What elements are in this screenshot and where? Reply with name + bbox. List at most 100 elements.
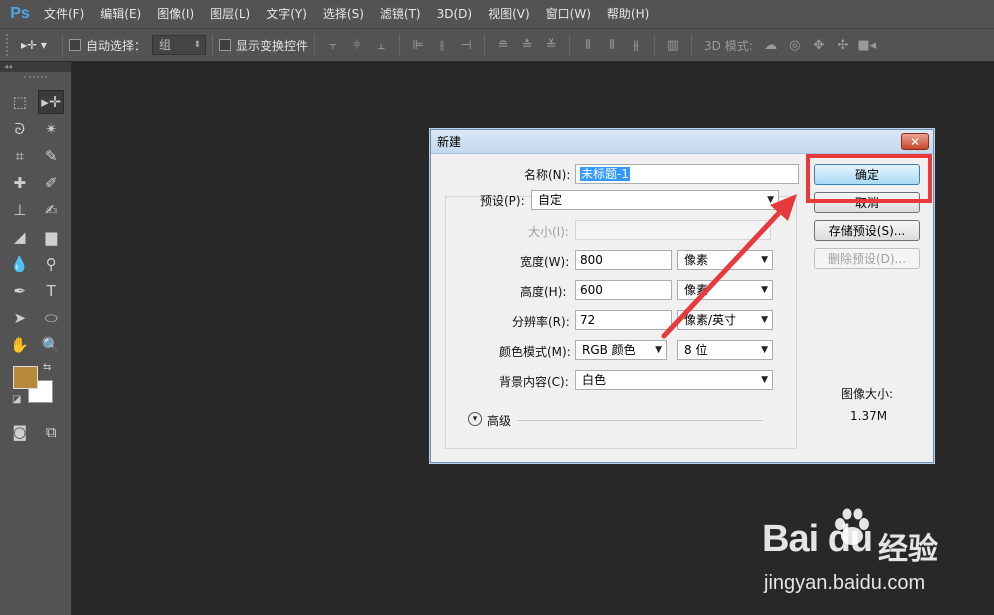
menu-3d[interactable]: 3D(D)	[429, 0, 480, 28]
height-label: 高度(H):	[520, 285, 567, 299]
dodge-tool-icon[interactable]: ⚲	[38, 252, 64, 276]
resolution-input[interactable]: 72	[575, 310, 672, 330]
menu-file[interactable]: 文件(F)	[36, 0, 92, 28]
show-transform-checkbox[interactable]	[219, 39, 232, 51]
watermark-url: jingyan.baidu.com	[764, 572, 926, 594]
hand-tool-icon[interactable]: ✋	[7, 333, 33, 357]
name-input[interactable]: 未标题-1	[575, 164, 799, 184]
tools-panel: ◂◂ ⬚ ▸✛ ᘐ ✴ ⌗ ✎ ✚ ✐ ⊥ ✍ ◢ ▆ 💧 ⚲ ✒ T ➤ ⬭ …	[0, 62, 72, 615]
auto-select-checkbox[interactable]	[69, 39, 81, 51]
advanced-divider	[517, 420, 763, 421]
divider	[62, 34, 63, 56]
align-left-icon[interactable]: ⊫	[409, 36, 427, 54]
swap-colors-icon[interactable]: ⇆	[43, 362, 51, 373]
distribute-hcenter-icon[interactable]: ⦀	[603, 36, 621, 54]
distribute-top-icon[interactable]: ≘	[494, 36, 512, 54]
align-right-icon[interactable]: ⊣	[457, 36, 475, 54]
align-hcenter-icon[interactable]: ⫲	[433, 36, 451, 54]
blur-tool-icon[interactable]: 💧	[7, 252, 33, 276]
show-transform-option[interactable]: 显示变换控件	[219, 37, 308, 54]
menu-image[interactable]: 图像(I)	[149, 0, 202, 28]
photoshop-logo: Ps	[10, 5, 30, 22]
menu-help[interactable]: 帮助(H)	[599, 0, 657, 28]
eraser-tool-icon[interactable]: ◢	[7, 225, 33, 249]
move-tool-icon[interactable]: ▸✛	[38, 89, 65, 114]
width-label: 宽度(W):	[520, 255, 570, 269]
auto-select-option[interactable]: 自动选择：	[69, 37, 146, 54]
divider	[569, 34, 571, 56]
move-tool-preset-icon[interactable]: ▸✛ ▾	[12, 34, 56, 56]
color-mode-label: 颜色模式(M):	[499, 345, 571, 359]
path-selection-tool-icon[interactable]: ➤	[7, 306, 33, 330]
magic-wand-tool-icon[interactable]: ✴	[38, 117, 64, 141]
preset-dropdown[interactable]: 自定 ▼	[531, 190, 779, 210]
auto-align-icon[interactable]: ▥	[664, 36, 682, 54]
distribute-vcenter-icon[interactable]: ≛	[518, 36, 536, 54]
menu-edit[interactable]: 编辑(E)	[92, 0, 149, 28]
menu-window[interactable]: 窗口(W)	[538, 0, 599, 28]
lasso-tool-icon[interactable]: ᘐ	[7, 117, 33, 141]
divider	[484, 34, 486, 56]
background-dropdown[interactable]: 白色 ▼	[575, 370, 773, 390]
crop-tool-icon[interactable]: ⌗	[7, 144, 33, 168]
history-brush-tool-icon[interactable]: ✍	[38, 198, 64, 222]
menu-filter[interactable]: 滤镜(T)	[372, 0, 429, 28]
save-preset-button[interactable]: 存储预设(S)...	[814, 220, 920, 241]
resolution-unit-dropdown[interactable]: 像素/英寸 ▼	[677, 310, 773, 330]
clone-stamp-tool-icon[interactable]: ⊥	[7, 198, 33, 222]
healing-brush-tool-icon[interactable]: ✚	[7, 171, 33, 195]
watermark-brand: Bai du	[762, 518, 873, 560]
align-top-icon[interactable]: ⫟	[324, 36, 342, 54]
foreground-color-swatch[interactable]	[13, 366, 38, 389]
3d-slide-icon[interactable]: ✣	[834, 36, 852, 54]
height-unit-dropdown[interactable]: 像素 ▼	[677, 280, 773, 300]
menu-select[interactable]: 选择(S)	[315, 0, 372, 28]
chevron-updown-icon: ⬍	[193, 40, 202, 50]
menu-view[interactable]: 视图(V)	[480, 0, 538, 28]
distribute-left-icon[interactable]: ⫴	[579, 36, 597, 54]
tools-grip[interactable]	[24, 76, 47, 84]
distribute-bottom-icon[interactable]: ≚	[542, 36, 560, 54]
eyedropper-tool-icon[interactable]: ✎	[38, 144, 64, 168]
ellipse-tool-icon[interactable]: ⬭	[38, 306, 64, 330]
chevron-down-icon: ▼	[761, 345, 768, 355]
width-input[interactable]: 800	[575, 250, 672, 270]
mode-3d-label: 3D 模式:	[704, 38, 753, 53]
height-input[interactable]: 600	[575, 280, 672, 300]
align-vcenter-icon[interactable]: ⫩	[348, 36, 366, 54]
auto-select-dropdown[interactable]: 组 ⬍	[152, 35, 207, 55]
gradient-tool-icon[interactable]: ▆	[38, 225, 64, 249]
distribute-right-icon[interactable]: ⫵	[627, 36, 645, 54]
3d-pan-icon[interactable]: ✥	[810, 36, 828, 54]
3d-scale-icon[interactable]: ■◂	[857, 36, 876, 54]
zoom-tool-icon[interactable]: 🔍	[38, 333, 64, 357]
menu-bar: Ps 文件(F) 编辑(E) 图像(I) 图层(L) 文字(Y) 选择(S) 滤…	[0, 0, 994, 28]
brush-tool-icon[interactable]: ✐	[38, 171, 64, 195]
close-button[interactable]: ✕	[901, 133, 929, 150]
pen-tool-icon[interactable]: ✒	[7, 279, 33, 303]
menu-type[interactable]: 文字(Y)	[258, 0, 315, 28]
bit-depth-dropdown[interactable]: 8 位 ▼	[677, 340, 773, 360]
auto-select-label: 自动选择：	[86, 38, 147, 53]
3d-roll-icon[interactable]: ◎	[786, 36, 804, 54]
background-label: 背景内容(C):	[499, 375, 569, 389]
collapse-panel-icon[interactable]: ◂◂	[0, 62, 71, 72]
type-tool-icon[interactable]: T	[38, 279, 64, 303]
options-bar: ▸✛ ▾ 自动选择： 组 ⬍ 显示变换控件 ⫟ ⫩ ⫠ ⊫ ⫲ ⊣ ≘ ≛ ≚ …	[0, 28, 994, 62]
dialog-titlebar[interactable]: 新建 ✕	[431, 130, 933, 154]
name-label: 名称(N):	[524, 168, 571, 182]
3d-rotate-icon[interactable]: ☁	[762, 36, 780, 54]
marquee-tool-icon[interactable]: ⬚	[7, 90, 33, 114]
width-unit-dropdown[interactable]: 像素 ▼	[677, 250, 773, 270]
align-bottom-icon[interactable]: ⫠	[372, 36, 390, 54]
size-dropdown	[575, 220, 771, 240]
advanced-label[interactable]: 高级	[487, 412, 511, 429]
quick-mask-icon[interactable]: ◙	[7, 420, 33, 444]
menu-layer[interactable]: 图层(L)	[202, 0, 258, 28]
divider	[399, 34, 401, 56]
expand-advanced-icon[interactable]: ▾	[468, 412, 482, 426]
baidu-watermark: Bai du 经验 jingyan.baidu.com	[760, 508, 990, 610]
default-colors-icon[interactable]: ◪	[12, 394, 21, 405]
color-mode-dropdown[interactable]: RGB 颜色 ▼	[575, 340, 667, 360]
screen-mode-icon[interactable]: ⧉	[38, 420, 64, 444]
